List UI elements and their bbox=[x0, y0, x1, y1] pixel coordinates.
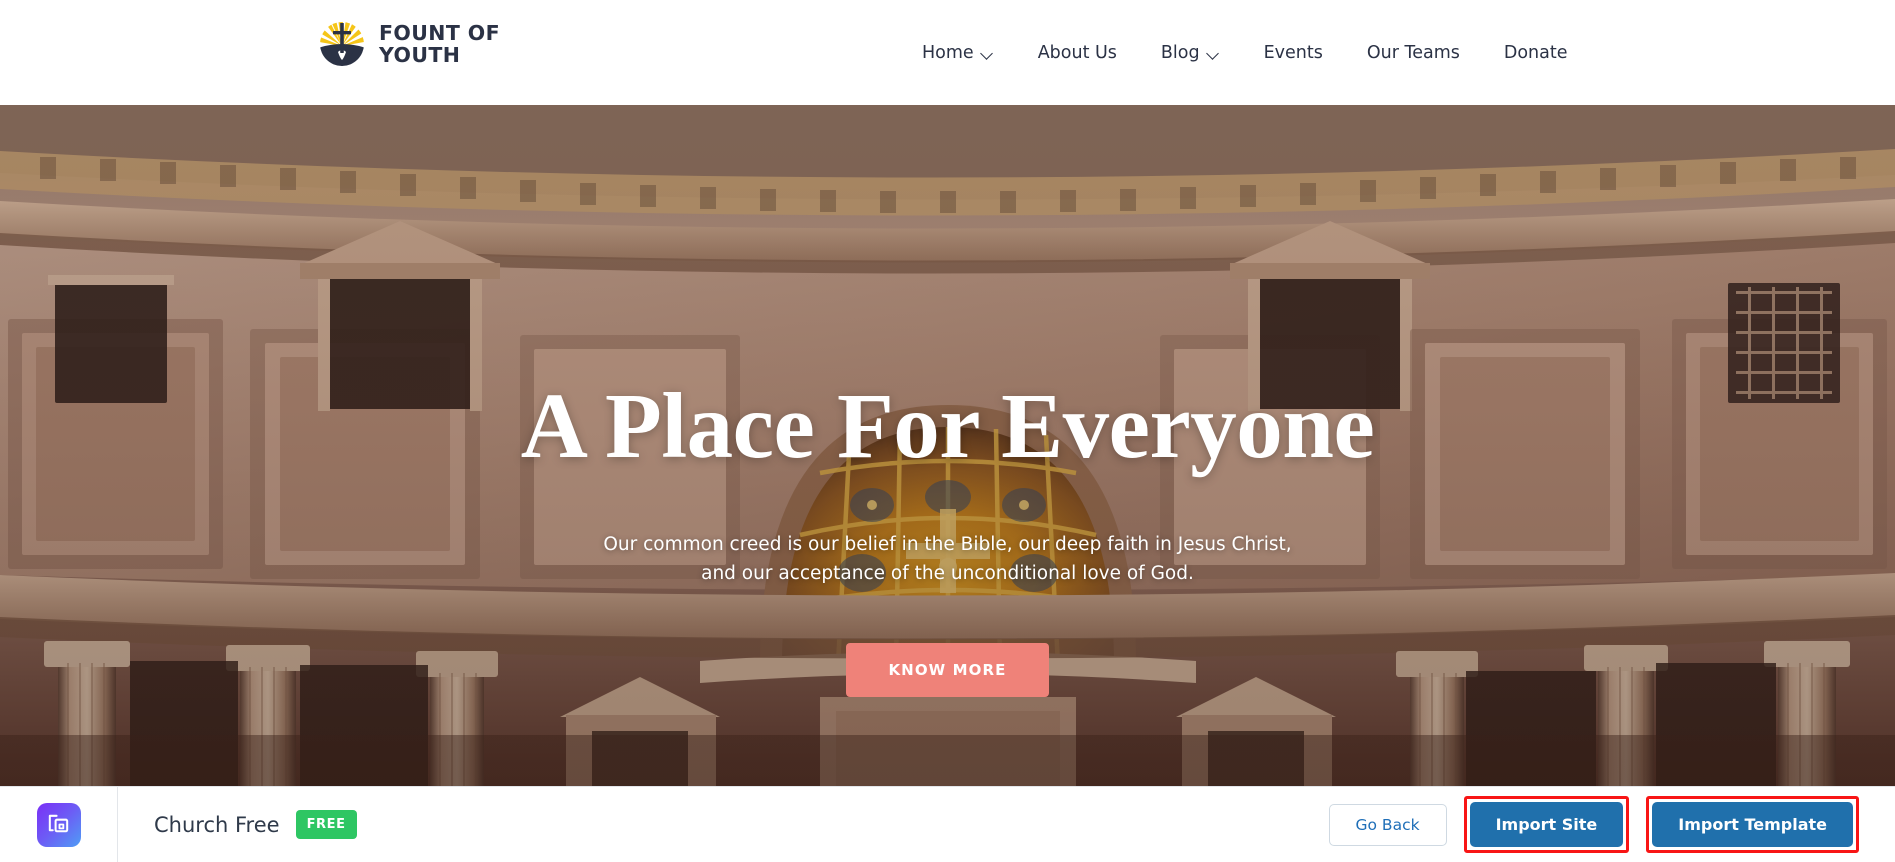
nav-label-our-teams: Our Teams bbox=[1366, 42, 1460, 63]
app-icon-cell bbox=[0, 786, 118, 862]
import-site-button[interactable]: Import Site bbox=[1469, 802, 1624, 847]
template-name: Church Free bbox=[154, 812, 280, 837]
brand-line-1: FOUNT OF bbox=[379, 20, 500, 45]
brand-wordmark: FOUNT OF YOUTH bbox=[379, 22, 500, 66]
nav-label-donate: Donate bbox=[1503, 42, 1568, 63]
nav-item-donate[interactable]: Donate bbox=[1482, 43, 1590, 63]
church-sunrise-cross-logo-icon bbox=[316, 18, 368, 70]
nav-label-about-us: About Us bbox=[1037, 42, 1117, 63]
hero-section: A Place For Everyone Our common creed is… bbox=[0, 105, 1895, 786]
nav-label-blog: Blog bbox=[1160, 42, 1200, 63]
import-template-highlight: Import Template bbox=[1646, 796, 1859, 853]
go-back-button[interactable]: Go Back bbox=[1328, 803, 1447, 846]
import-site-highlight: Import Site bbox=[1463, 796, 1630, 853]
template-import-icon bbox=[36, 802, 81, 847]
template-info: Church Free FREE bbox=[118, 810, 357, 839]
nav-item-events[interactable]: Events bbox=[1242, 43, 1345, 63]
nav-item-home[interactable]: Home bbox=[900, 43, 1016, 63]
action-buttons: Go Back Import Site Import Template bbox=[1328, 796, 1895, 853]
nav-item-blog[interactable]: Blog bbox=[1139, 43, 1242, 63]
import-template-button[interactable]: Import Template bbox=[1652, 802, 1853, 847]
hero-title: A Place For Everyone bbox=[520, 375, 1375, 478]
hero-subtitle-line-1: Our common creed is our belief in the Bi… bbox=[603, 534, 1292, 555]
site-header: FOUNT OF YOUTH Home About Us Blog Events… bbox=[0, 0, 1895, 105]
chevron-down-icon bbox=[1207, 49, 1220, 57]
nav-item-our-teams[interactable]: Our Teams bbox=[1345, 43, 1482, 63]
main-navigation: Home About Us Blog Events Our Teams Dona… bbox=[900, 0, 1590, 105]
hero-subtitle-line-2: and our acceptance of the unconditional … bbox=[701, 562, 1194, 584]
page-root: FOUNT OF YOUTH Home About Us Blog Events… bbox=[0, 0, 1895, 862]
brand-logo[interactable]: FOUNT OF YOUTH bbox=[316, 18, 500, 70]
nav-item-about-us[interactable]: About Us bbox=[1016, 43, 1139, 63]
nav-label-events: Events bbox=[1263, 42, 1323, 63]
hero-content: A Place For Everyone Our common creed is… bbox=[0, 105, 1895, 786]
brand-line-2: YOUTH bbox=[379, 43, 461, 67]
template-action-bar: Church Free FREE Go Back Import Site Imp… bbox=[0, 786, 1895, 862]
know-more-button[interactable]: KNOW MORE bbox=[846, 643, 1049, 698]
free-badge: FREE bbox=[295, 810, 357, 839]
nav-label-home: Home bbox=[922, 42, 974, 63]
chevron-down-icon bbox=[981, 49, 994, 57]
hero-subtitle: Our common creed is our belief in the Bi… bbox=[603, 531, 1291, 588]
